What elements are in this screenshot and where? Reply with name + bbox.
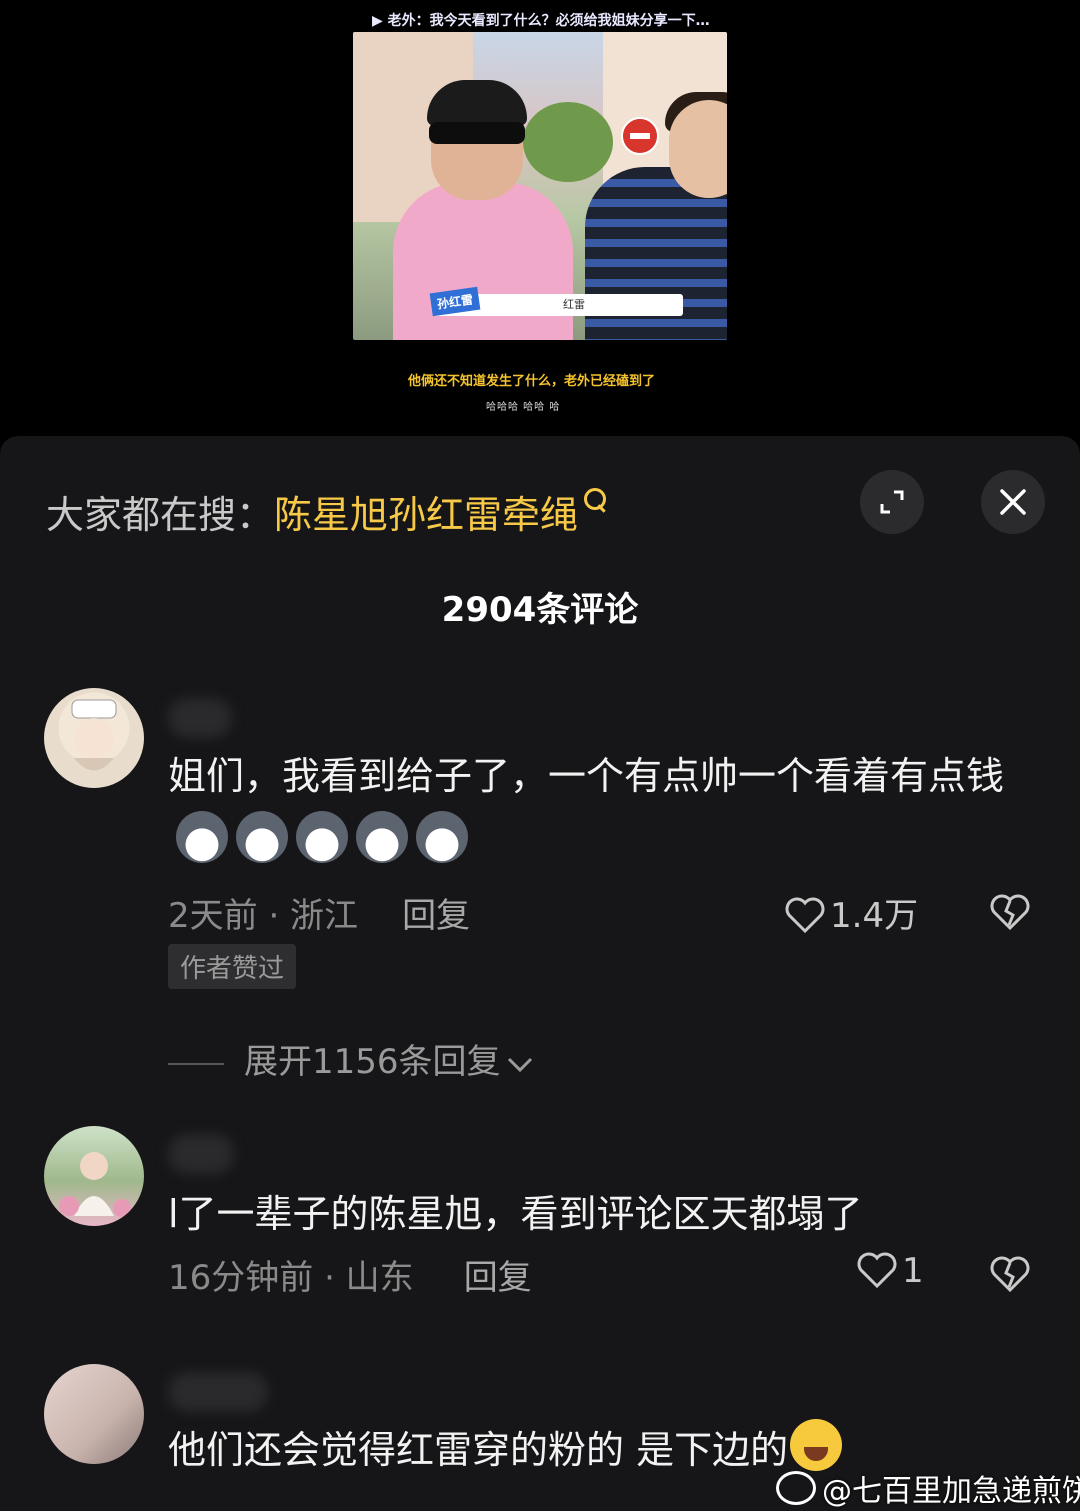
dog-emoji	[176, 811, 228, 863]
video-person-cap	[427, 80, 527, 126]
expand-button[interactable]	[860, 470, 924, 534]
comment-text: 姐们，我看到给子了，一个有点帅一个看着有点钱	[168, 744, 1038, 872]
trending-search-prefix: 大家都在搜：	[46, 493, 275, 537]
trending-search-term[interactable]: 陈星旭孙红雷牵绳	[274, 493, 578, 537]
video-person-head-2	[669, 100, 727, 198]
video-subtitle: 他俩还不知道发生了什么，老外已经磕到了	[408, 374, 656, 389]
comment-text-content: 姐们，我看到给子了，一个有点帅一个看着有点钱	[168, 754, 1005, 798]
dog-emoji	[296, 811, 348, 863]
comment-count: 2904条评论	[441, 590, 639, 630]
comment-meta: 16分钟前 · 山东 回复	[168, 1250, 532, 1299]
close-button[interactable]	[981, 470, 1045, 534]
video-danmaku: 哈哈哈 哈哈 哈	[486, 402, 561, 413]
avatar-illustration	[71, 699, 117, 771]
broken-heart-icon	[990, 1256, 1030, 1293]
reply-button[interactable]: 回复	[402, 896, 470, 936]
heart-icon	[857, 1252, 897, 1289]
video-player[interactable]: ▶ 老外：我今天看到了什么？必须给我姐妹分享一下… 红雷 孙红雷 他俩还不知道发…	[0, 0, 1080, 440]
avatar-illustration	[59, 1152, 131, 1217]
video-person-pink	[393, 182, 573, 340]
comment-text: l了一辈子的陈星旭，看到评论区天都塌了	[168, 1192, 863, 1236]
like-count: 1	[902, 1251, 924, 1291]
video-person-sunglasses	[429, 122, 525, 144]
weibo-watermark: @七百里加急递煎饼	[776, 1466, 1080, 1510]
username-blurred[interactable]	[168, 1134, 234, 1174]
video-tree	[523, 102, 613, 182]
close-icon	[1000, 489, 1026, 515]
avatar[interactable]	[44, 1126, 144, 1226]
dislike-button[interactable]	[988, 892, 1032, 936]
heart-icon	[785, 897, 825, 934]
crying-emoji	[790, 1419, 843, 1471]
dislike-button[interactable]	[988, 1254, 1032, 1298]
dog-emoji	[236, 811, 288, 863]
trending-search[interactable]: 大家都在搜：陈星旭孙红雷牵绳	[46, 484, 607, 539]
username-blurred[interactable]	[168, 698, 232, 738]
comment-time-location: 16分钟前 · 山东	[168, 1258, 414, 1298]
avatar[interactable]	[44, 688, 144, 788]
author-liked-badge: 作者赞过	[168, 944, 297, 989]
video-frame: 红雷 孙红雷	[353, 32, 727, 340]
video-name-bar-text: 红雷	[563, 298, 585, 311]
like-button[interactable]: 1.4万	[784, 888, 918, 937]
broken-heart-icon	[990, 894, 1030, 931]
watermark-text: @七百里加急递煎饼	[822, 1474, 1080, 1509]
dog-emoji	[416, 811, 468, 863]
dog-emoji	[356, 811, 408, 863]
like-count: 1.4万	[830, 896, 919, 936]
video-road-sign	[621, 117, 659, 155]
comment-sheet: 大家都在搜：陈星旭孙红雷牵绳 2904条评论 姐们，我看到给子了，一个有点帅一个…	[0, 436, 1080, 1511]
video-top-caption: ▶ 老外：我今天看到了什么？必须给我姐妹分享一下…	[372, 13, 710, 29]
avatar[interactable]	[44, 1364, 144, 1464]
expand-replies-button[interactable]: 展开1156条回复	[168, 1034, 535, 1083]
comment-time-location: 2天前 · 浙江	[168, 896, 359, 936]
search-icon	[584, 488, 607, 510]
chevron-down-icon	[507, 1057, 532, 1073]
reply-button[interactable]: 回复	[464, 1258, 532, 1298]
weibo-icon	[776, 1471, 816, 1505]
like-button[interactable]: 1	[856, 1250, 924, 1291]
expand-replies-label: 展开1156条回复	[244, 1042, 501, 1082]
comment-meta: 2天前 · 浙江 回复	[168, 888, 470, 937]
username-blurred[interactable]	[168, 1372, 268, 1412]
expand-icon	[880, 490, 904, 514]
comment-text-content: 他们还会觉得红雷穿的粉的 是下边的	[168, 1428, 789, 1472]
divider-line	[168, 1062, 224, 1065]
